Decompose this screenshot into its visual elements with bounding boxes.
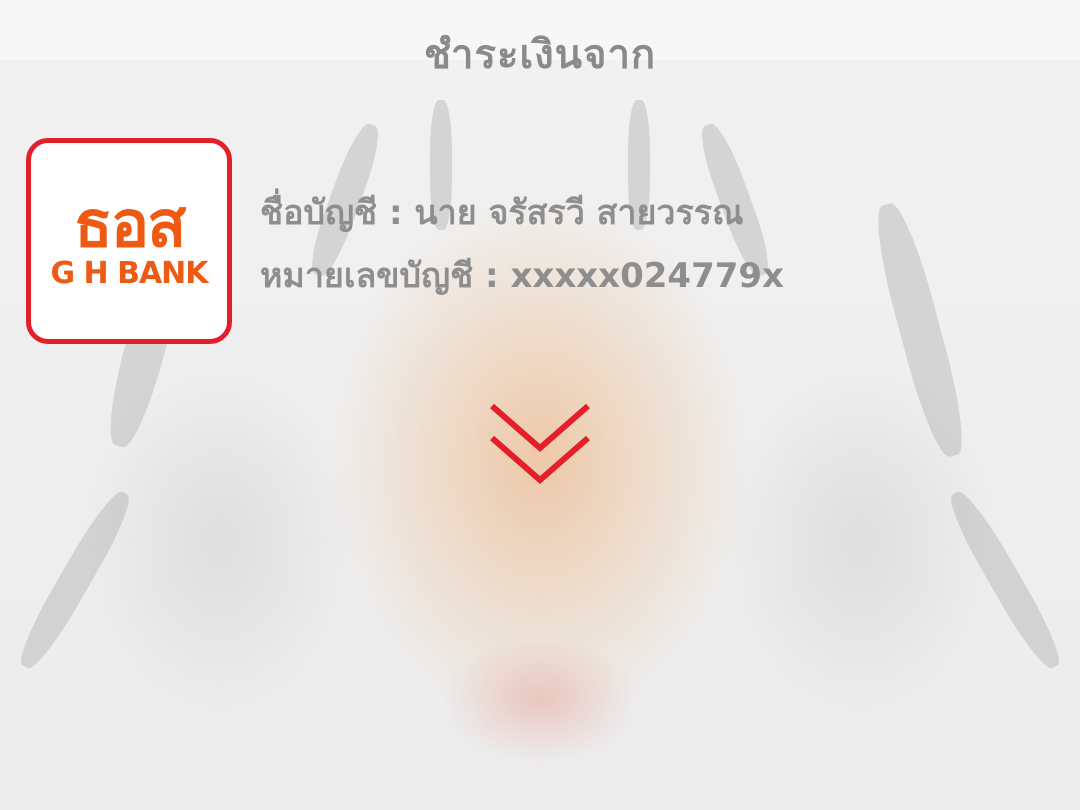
- account-number-row: หมายเลขบัญชี : xxxxx024779x: [260, 248, 784, 302]
- account-name-label: ชื่อบัญชี :: [260, 193, 403, 233]
- account-name-value: นาย จรัสรวี สายวรรณ: [414, 193, 744, 233]
- bank-logo-text: ธอส: [73, 188, 187, 262]
- double-chevron-down-icon: [490, 403, 590, 484]
- account-number-value: xxxxx024779x: [510, 256, 784, 296]
- bank-logo: ธอส G H BANK: [26, 138, 232, 344]
- account-name-row: ชื่อบัญชี : นาย จรัสรวี สายวรรณ: [260, 185, 744, 239]
- account-number-label: หมายเลขบัญชี :: [260, 256, 499, 296]
- page-title: ชำระเงินจาก: [423, 32, 657, 78]
- bank-logo-subtext: G H BANK: [50, 256, 208, 291]
